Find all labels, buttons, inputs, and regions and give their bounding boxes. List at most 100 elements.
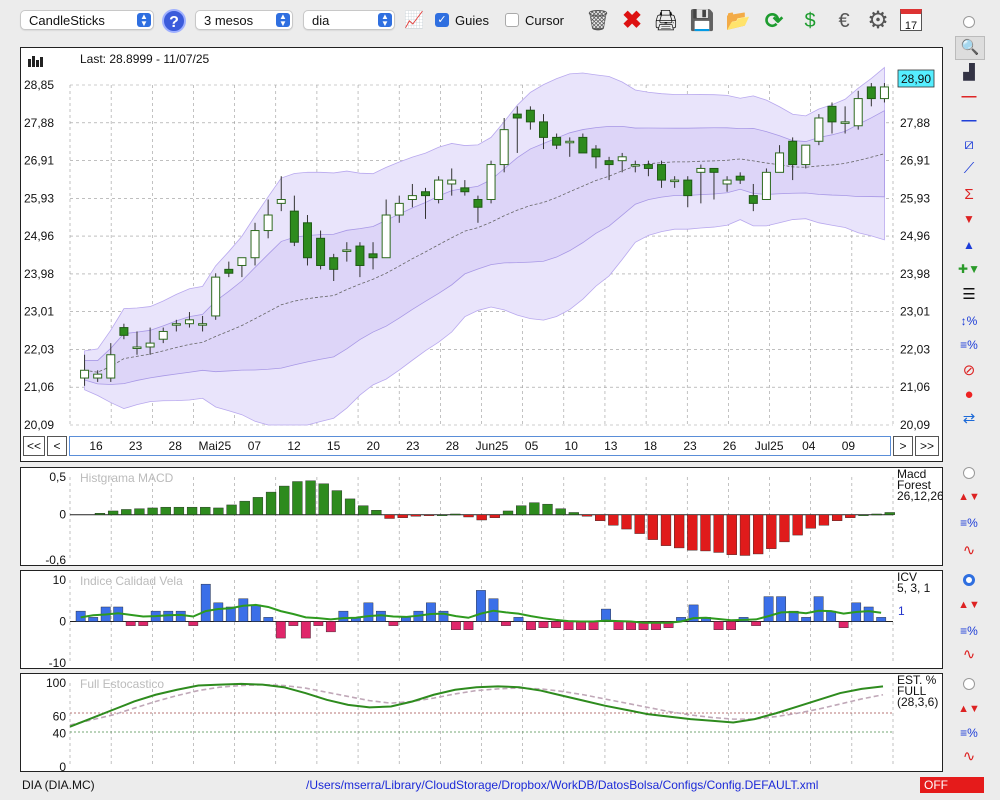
icv-signal-arrows-icon[interactable]: ▲▼ [955,594,983,616]
nav-next-fast-button[interactable]: >> [915,436,939,456]
price-right-label: 24,96 [900,229,930,243]
no-entry-icon[interactable]: ⊘ [955,360,983,382]
add-signal-icon[interactable]: ✚▼ [955,258,983,280]
stoch-curve-icon[interactable]: ∿ [955,746,983,768]
folder-open-icon[interactable]: 📂 [724,7,752,35]
chart-window-icon[interactable]: 📈 [400,7,428,35]
candle-body [670,179,680,183]
icv-bar [250,604,261,622]
macd-curve-icon[interactable]: ∿ [955,540,983,562]
candle-body [276,198,286,204]
stoch-signal-arrows-icon[interactable]: ▲▼ [955,698,983,720]
nav-prev-fast-button[interactable]: << [23,436,45,456]
help-button[interactable]: ? [162,9,186,33]
macd-bar [252,497,264,515]
horizontal-line-red-icon[interactable]: — [955,86,983,108]
price-y-label: 26,91 [24,154,54,168]
status-config-path[interactable]: /Users/mserra/Library/CloudStorage/Dropb… [306,778,818,792]
icv-curve-icon[interactable]: ∿ [955,644,983,666]
macd-bar [384,514,395,519]
candle-body [93,373,103,379]
stoch-y-label: 100 [46,676,66,690]
bars-icon[interactable] [28,56,43,67]
grid-lines-icon[interactable]: ☰ [955,284,983,306]
zoom-icon[interactable]: 🔍 [955,36,985,60]
period-select[interactable]: 3 mesos ▲ ▼ [195,10,293,30]
icv-bar [751,621,761,626]
gear-icon[interactable]: ⚙ [864,7,892,35]
timeline-label: 26 [723,439,737,453]
candle [814,114,824,146]
macd-bar [726,514,737,555]
icv-panel-radio[interactable] [963,574,975,586]
macd-percent-lines-icon[interactable]: ≡% [955,512,983,534]
buy-arrow-icon[interactable]: ▲ [955,234,983,256]
nav-prev-button[interactable]: < [47,436,67,456]
nav-next-button[interactable]: > [893,436,913,456]
horizontal-line-blue-icon[interactable]: — [955,110,983,132]
macd-bar [818,514,830,526]
icv-bar [125,621,136,626]
macd-bar [779,514,790,543]
timeline-label: 12 [287,439,301,453]
trendline-icon[interactable]: ⟋ [955,158,983,180]
refresh-icon[interactable]: ⟳ [760,7,788,35]
timeline-label: 13 [604,439,618,453]
price-y-label: 23,01 [24,305,54,319]
save-icon[interactable]: 💾 [688,7,716,35]
percent-range-icon[interactable]: ↕% [955,310,983,332]
icv-bar [363,602,374,622]
cycle-icon[interactable]: ⇄ [955,408,983,430]
macd-panel-radio[interactable] [963,467,975,479]
icv-bar [576,621,586,631]
candle-body [657,164,667,181]
timeline-label: 28 [169,439,183,453]
icv-percent-lines-icon[interactable]: ≡% [955,620,983,642]
percent-lines-icon[interactable]: ≡% [955,334,983,356]
euro-icon[interactable]: € [830,7,858,35]
guides-checkbox[interactable]: ✓ [435,13,449,27]
icv-bar [263,617,274,622]
candle-body [748,195,758,204]
dollar-sync-icon[interactable]: $ [796,7,824,35]
icv-bar [401,617,411,622]
macd-signal-arrows-icon[interactable]: ▲▼ [955,486,983,508]
stoch-percent-lines-icon[interactable]: ≡% [955,722,983,744]
candle-body [788,140,798,166]
status-mode-badge[interactable]: OFF [920,777,984,793]
price-y-label: 21,06 [24,380,54,394]
macd-bar [160,506,171,515]
candle-chart-icon[interactable]: ▟ [955,62,983,84]
price-right-label: 23,01 [900,305,930,319]
price-panel-radio[interactable] [963,16,975,28]
cursor-label: Cursor [525,13,565,28]
sell-arrow-icon[interactable]: ▼ [955,208,983,230]
stoch-y-label: 40 [53,726,67,740]
icv-chart[interactable]: Indice Calidad Vela 100-10 ICV5, 3, 1 1 [20,570,943,669]
calendar-icon[interactable]: 17 [900,9,922,32]
delete-icon[interactable]: ✖ [618,7,646,35]
channel-icon[interactable]: ⧄ [955,134,983,156]
candle-body [198,323,208,326]
macd-bar [621,514,632,530]
macd-bar [450,513,461,516]
price-chart[interactable]: Last: 28.8999 - 11/07/25 28,85 27,88 26,91… [20,47,943,432]
icv-legend-line: 5, 3, 1 [897,581,931,595]
candle-body [761,171,771,200]
print-icon[interactable]: 🖨 [652,7,680,35]
trash-icon[interactable]: 🗑 [584,7,612,35]
cursor-checkbox[interactable] [505,13,519,27]
macd-chart[interactable]: Histgrama MACD 0,50-0,6 MacdForest26,12,… [20,467,943,566]
candle-body [814,117,824,142]
status-symbol: DIA (DIA.MC) [22,778,95,792]
record-icon[interactable]: ● [955,384,983,406]
icv-bar [713,621,724,631]
candle-body [473,198,483,208]
candle-body [289,210,299,243]
stoch-panel-radio[interactable] [963,678,975,690]
interval-select[interactable]: dia ▲ ▼ [303,10,395,30]
fibonacci-icon[interactable]: Σ [955,184,983,206]
chart-type-select[interactable]: CandleSticks ▲ ▼ [20,10,154,30]
macd-bar [331,490,343,515]
stoch-chart[interactable]: Full Estocastico 10060400 EST. %FULL(28,… [20,673,943,772]
